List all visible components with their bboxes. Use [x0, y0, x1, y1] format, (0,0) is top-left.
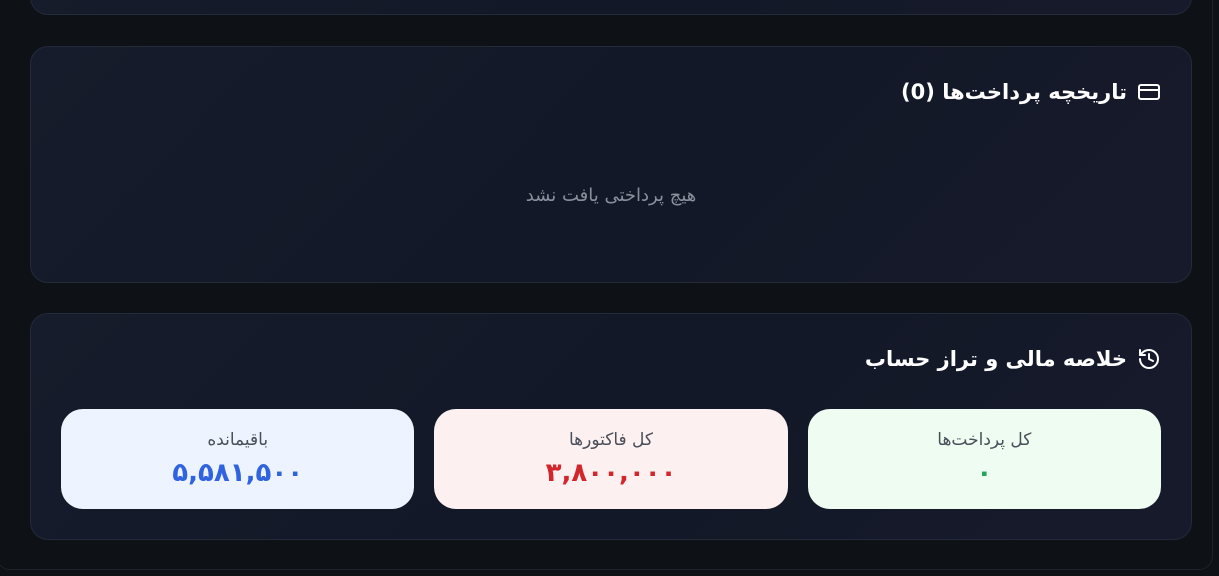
total-invoices-value: ۳,۸۰۰,۰۰۰ [545, 458, 677, 488]
payments-history-card: تاریخچه پرداخت‌ها (0) هیچ پرداختی یافت ن… [30, 46, 1192, 283]
total-payments-value: ۰ [976, 458, 993, 488]
remaining-balance-stat: باقیمانده ۵,۵۸۱,۵۰۰ [61, 409, 415, 509]
financial-summary-header: خلاصه مالی و تراز حساب [865, 347, 1161, 371]
financial-summary-title: خلاصه مالی و تراز حساب [864, 347, 1127, 371]
total-payments-stat: کل پرداخت‌ها ۰ [807, 409, 1161, 509]
remaining-balance-label: باقیمانده [207, 430, 269, 450]
empty-payments-message: هیچ پرداختی یافت نشد [525, 185, 697, 206]
payments-history-header: تاریخچه پرداخت‌ها (0) [901, 80, 1161, 104]
summary-stats: کل پرداخت‌ها ۰ کل فاکتورها ۳,۸۰۰,۰۰۰ باق… [61, 409, 1161, 509]
payments-history-title: تاریخچه پرداخت‌ها (0) [901, 80, 1127, 104]
total-invoices-label: کل فاکتورها [568, 430, 654, 450]
history-icon [1137, 347, 1161, 371]
remaining-balance-value: ۵,۵۸۱,۵۰۰ [172, 458, 304, 488]
previous-card [30, 0, 1192, 15]
page: تاریخچه پرداخت‌ها (0) هیچ پرداختی یافت ن… [0, 0, 1219, 576]
total-payments-label: کل پرداخت‌ها [937, 430, 1032, 450]
total-invoices-stat: کل فاکتورها ۳,۸۰۰,۰۰۰ [434, 409, 788, 509]
financial-summary-card: خلاصه مالی و تراز حساب کل پرداخت‌ها ۰ کل… [30, 313, 1192, 540]
credit-card-icon [1137, 80, 1161, 104]
